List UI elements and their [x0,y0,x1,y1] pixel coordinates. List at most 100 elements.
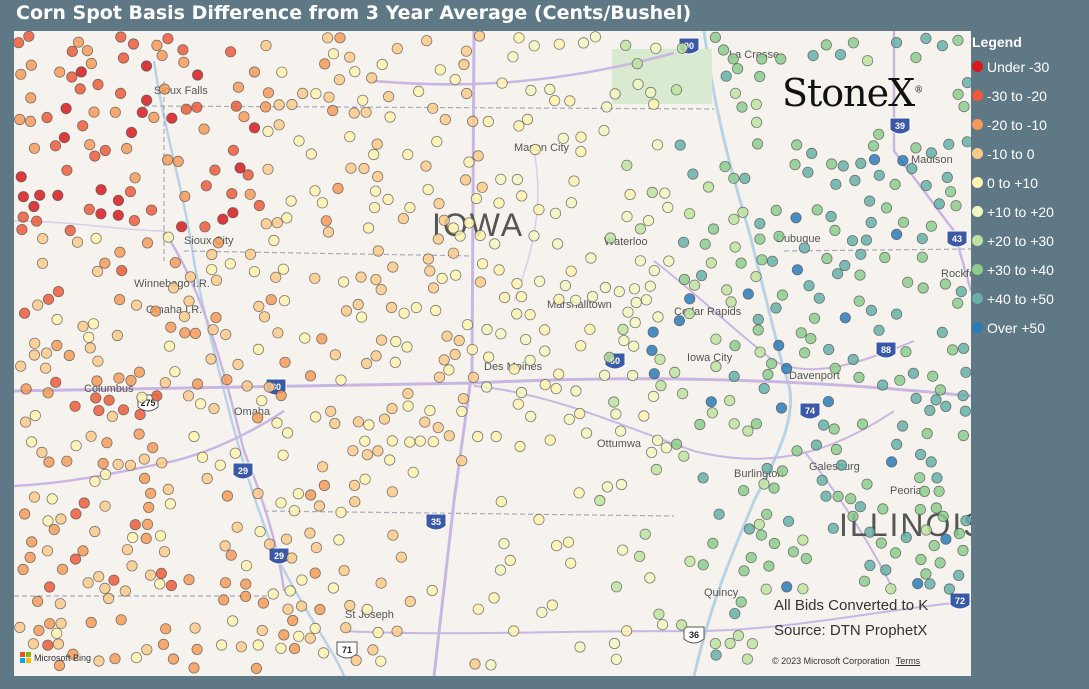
bid-point[interactable] [115,614,127,626]
bid-point[interactable] [546,599,558,611]
bid-point[interactable] [925,147,938,159]
bid-point[interactable] [770,302,782,314]
bid-point[interactable] [322,226,335,238]
bid-point[interactable] [797,534,809,546]
bid-point[interactable] [344,599,356,612]
bid-point[interactable] [69,553,82,565]
bid-point[interactable] [930,502,943,514]
legend-item[interactable]: +40 to +50 [972,284,1087,313]
bid-point[interactable] [620,625,633,637]
bid-point[interactable] [286,98,298,111]
bid-point[interactable] [198,123,210,135]
bid-point[interactable] [372,445,384,457]
bid-point[interactable] [648,265,660,277]
bid-point[interactable] [217,213,229,225]
bid-point[interactable] [557,132,569,144]
bid-point[interactable] [608,396,620,408]
bid-point[interactable] [640,294,653,306]
bid-point[interactable] [248,122,261,134]
bid-point[interactable] [262,87,274,99]
bid-point[interactable] [93,655,105,667]
bid-point[interactable] [822,395,835,408]
bid-point[interactable] [752,313,764,326]
bid-point[interactable] [359,435,371,447]
bid-point[interactable] [648,368,660,380]
bid-point[interactable] [338,564,350,577]
bid-point[interactable] [646,186,658,198]
bid-point[interactable] [93,404,105,417]
bid-point[interactable] [164,498,176,510]
bid-point[interactable] [427,282,440,294]
bid-point[interactable] [879,251,891,264]
bid-point[interactable] [34,189,46,201]
bid-point[interactable] [296,574,308,586]
bid-point[interactable] [957,544,969,557]
bid-point[interactable] [313,500,325,512]
bid-point[interactable] [41,111,53,124]
bid-point[interactable] [210,274,223,286]
bid-point[interactable] [820,490,832,502]
bid-point[interactable] [453,334,465,347]
bid-point[interactable] [559,280,572,292]
bid-point[interactable] [758,382,770,395]
bid-point[interactable] [539,345,551,357]
bid-point[interactable] [713,508,725,520]
bid-point[interactable] [880,564,892,576]
bid-point[interactable] [42,293,55,305]
bid-point[interactable] [910,52,922,64]
bid-point[interactable] [916,233,928,245]
bid-point[interactable] [352,298,364,311]
bid-point[interactable] [808,312,821,324]
bid-point[interactable] [90,392,102,404]
bid-point[interactable] [617,323,629,335]
bid-point[interactable] [536,606,548,618]
bid-point[interactable] [27,638,39,650]
bid-point[interactable] [348,479,361,491]
bid-point[interactable] [763,560,775,572]
bid-point[interactable] [847,37,860,49]
bid-point[interactable] [99,257,111,269]
bid-point[interactable] [839,259,851,272]
bid-point[interactable] [946,344,959,356]
bid-point[interactable] [728,213,740,225]
bid-point[interactable] [253,300,265,312]
bid-point[interactable] [610,653,622,665]
bid-point[interactable] [736,101,748,113]
bid-point[interactable] [97,457,109,470]
bid-point[interactable] [335,506,347,518]
bid-point[interactable] [865,216,877,229]
bid-point[interactable] [709,637,722,650]
bid-point[interactable] [93,570,105,583]
bid-point[interactable] [240,578,252,590]
bid-point[interactable] [548,95,561,107]
bid-point[interactable] [188,662,200,674]
bid-point[interactable] [286,552,298,564]
bid-point[interactable] [20,383,32,395]
bid-point[interactable] [305,489,317,501]
bid-point[interactable] [456,405,468,417]
bid-point[interactable] [335,374,347,386]
bid-point[interactable] [574,641,586,653]
bid-point[interactable] [864,526,876,538]
bid-point[interactable] [271,417,283,429]
bid-point[interactable] [830,178,842,190]
bid-point[interactable] [14,37,25,49]
bid-point[interactable] [729,607,741,620]
bid-point[interactable] [29,337,41,349]
bid-point[interactable] [684,293,696,305]
bid-point[interactable] [421,35,433,47]
bid-point[interactable] [743,523,756,535]
bid-point[interactable] [624,188,636,201]
basis-map[interactable]: IOWA ILLINOIS Sioux FallsMason CityLa Cr… [14,31,971,676]
bid-point[interactable] [459,174,472,186]
bid-point[interactable] [206,248,218,261]
bid-point[interactable] [580,427,593,439]
bid-point[interactable] [688,279,701,291]
bid-point[interactable] [85,57,98,70]
bid-point[interactable] [178,56,190,68]
bid-point[interactable] [544,434,556,446]
bid-point[interactable] [422,184,434,196]
bid-point[interactable] [130,299,143,311]
bid-point[interactable] [773,230,785,242]
bid-point[interactable] [930,394,942,406]
